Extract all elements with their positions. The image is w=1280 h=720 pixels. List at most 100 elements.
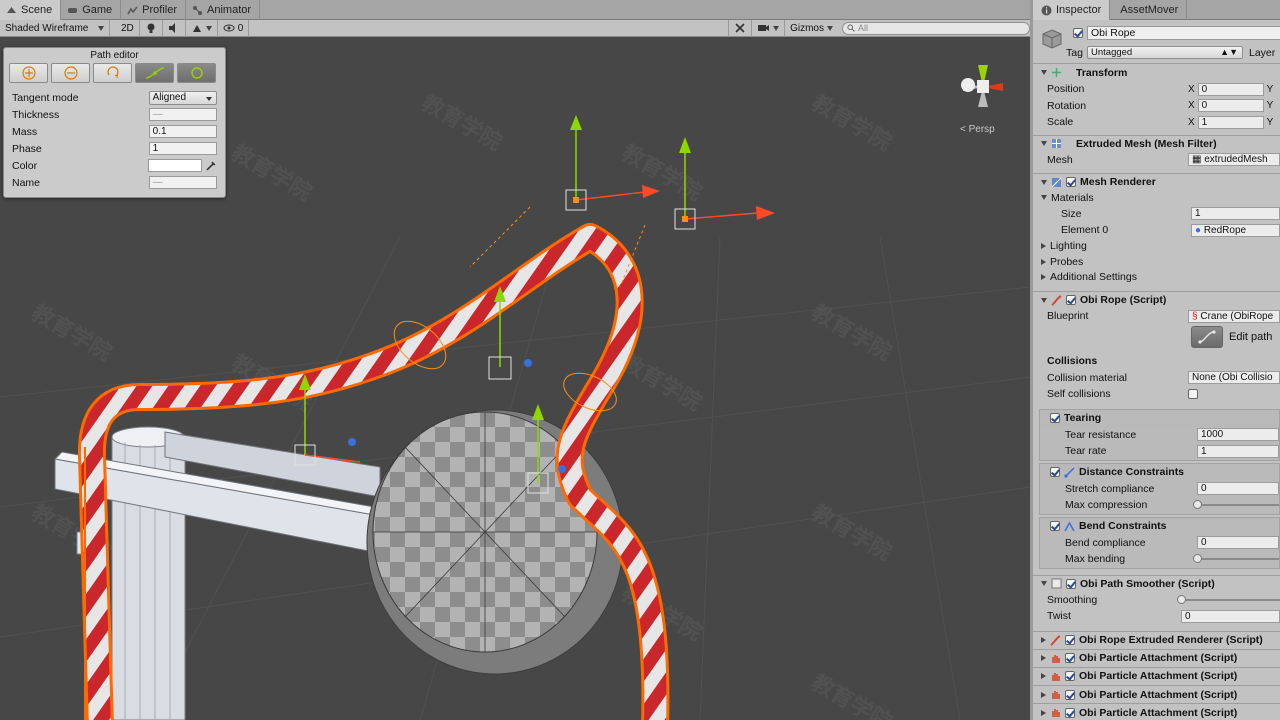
mode-2d-button[interactable]: 2D: [116, 19, 140, 37]
gameobject-name-input[interactable]: Obi Rope: [1087, 26, 1280, 40]
twist-field[interactable]: 0: [1181, 609, 1280, 623]
camera-dropdown[interactable]: [752, 19, 786, 37]
bend-icon: [1064, 520, 1075, 531]
orientation-gizmo[interactable]: [961, 65, 1003, 107]
foldout-collapsed-icon: [1041, 637, 1046, 644]
position-x-field[interactable]: 0: [1197, 82, 1264, 96]
tearing-header[interactable]: Tearing: [1040, 409, 1279, 427]
component-header[interactable]: Obi Particle Attachment (Script): [1033, 666, 1280, 685]
tangent-mode-button[interactable]: [135, 63, 174, 83]
max-compression-slider[interactable]: [1193, 499, 1279, 511]
materials-foldout[interactable]: Materials: [1033, 190, 1280, 206]
foldout-icon: [1041, 195, 1047, 201]
thickness-field[interactable]: —: [148, 108, 217, 121]
gizmos-dropdown[interactable]: Gizmos: [785, 20, 838, 37]
tab-scene[interactable]: Scene: [0, 0, 62, 20]
remove-point-button[interactable]: [51, 63, 90, 83]
add-point-button[interactable]: [9, 63, 48, 83]
hidden-count-toggle[interactable]: 0: [218, 19, 250, 37]
twist-row: Twist 0: [1033, 608, 1280, 625]
bend-constraints-header[interactable]: Bend Constraints: [1040, 517, 1279, 535]
scene-search-input[interactable]: All: [842, 21, 1030, 35]
scale-x-field[interactable]: 1: [1197, 115, 1264, 129]
tab-assetmover[interactable]: AssetMover: [1110, 0, 1188, 20]
position-row: Position X 0 Y: [1033, 81, 1280, 98]
self-collisions-checkbox[interactable]: [1188, 389, 1198, 400]
orient-button[interactable]: [93, 63, 132, 83]
component-header[interactable]: Obi Particle Attachment (Script): [1033, 648, 1280, 667]
phase-field[interactable]: 1: [148, 142, 217, 155]
slider-knob[interactable]: [1193, 500, 1202, 510]
max-bending-slider[interactable]: [1193, 553, 1279, 565]
scene-tab-bar: Scene Game Profiler Animator: [0, 0, 1030, 20]
scene-icon: [7, 6, 16, 13]
tab-game[interactable]: Game: [61, 0, 122, 20]
mass-field[interactable]: 0.1: [148, 125, 217, 138]
path-smoother-header[interactable]: Obi Path Smoother (Script): [1033, 574, 1280, 592]
collision-material-row: Collision material None (Obi Collisio: [1033, 370, 1280, 387]
gameobject-active-checkbox[interactable]: [1073, 28, 1083, 39]
eyedropper-icon[interactable]: [205, 160, 217, 172]
rotation-x-field[interactable]: 0: [1197, 99, 1264, 113]
distance-constraints-header[interactable]: Distance Constraints: [1040, 463, 1279, 481]
component-header[interactable]: Obi Rope Extruded Renderer (Script): [1033, 630, 1280, 649]
collision-material-field[interactable]: None (Obi Collisio: [1188, 371, 1280, 385]
tab-profiler[interactable]: Profiler: [121, 0, 187, 20]
mesh-filter-title: Extruded Mesh (Mesh Filter): [1076, 137, 1217, 150]
slider-knob[interactable]: [1193, 554, 1202, 564]
mesh-filter-header[interactable]: Extruded Mesh (Mesh Filter): [1033, 134, 1280, 152]
component-header[interactable]: Obi Particle Attachment (Script): [1033, 685, 1280, 703]
max-compression-row: Max compression: [1040, 497, 1279, 514]
transform-header[interactable]: Transform: [1033, 64, 1280, 81]
size-field[interactable]: 1: [1191, 207, 1280, 221]
edit-path-row: Edit path: [1033, 325, 1280, 349]
stretch-compliance-field[interactable]: 0: [1197, 482, 1279, 496]
lighting-toggle[interactable]: [140, 19, 163, 37]
blueprint-field[interactable]: § Crane (ObiRope: [1188, 309, 1280, 323]
name-field[interactable]: —: [148, 176, 217, 189]
bend-compliance-field[interactable]: 0: [1197, 536, 1279, 550]
path-smoother-enabled-checkbox[interactable]: [1066, 578, 1076, 589]
effects-dropdown[interactable]: [186, 19, 218, 37]
color-swatch[interactable]: [147, 159, 203, 172]
edit-path-button[interactable]: [1191, 325, 1223, 348]
profiler-icon: [127, 6, 138, 14]
tear-resistance-field[interactable]: 1000: [1197, 428, 1279, 442]
size-label: Size: [1061, 207, 1082, 220]
tangent-mode-dropdown[interactable]: Aligned: [148, 90, 217, 105]
component-header[interactable]: Obi Particle Attachment (Script): [1033, 703, 1280, 720]
persp-label[interactable]: < Persp: [960, 124, 995, 135]
lighting-foldout[interactable]: Lighting: [1033, 239, 1280, 255]
obi-rope-enabled-checkbox[interactable]: [1066, 295, 1076, 305]
component-enabled-checkbox[interactable]: [1065, 707, 1075, 718]
component-enabled-checkbox[interactable]: [1065, 689, 1075, 700]
smoothing-slider[interactable]: [1177, 594, 1280, 606]
element0-field[interactable]: ● RedRope: [1191, 223, 1280, 237]
draw-mode-dropdown[interactable]: Shaded Wireframe: [0, 19, 110, 37]
tear-rate-field[interactable]: 1: [1197, 444, 1279, 458]
tag-dropdown[interactable]: Untagged ▲▼: [1087, 46, 1243, 59]
tab-inspector-label: Inspector: [1056, 4, 1102, 16]
tearing-checkbox[interactable]: [1050, 413, 1060, 423]
tear-rate-row: Tear rate 1: [1040, 443, 1279, 460]
slider-knob[interactable]: [1177, 594, 1186, 604]
tab-inspector[interactable]: Inspector: [1033, 0, 1111, 20]
component-enabled-checkbox[interactable]: [1065, 653, 1075, 664]
additional-settings-foldout[interactable]: Additional Settings: [1033, 270, 1280, 286]
tools-button[interactable]: [728, 19, 753, 37]
obi-rope-header[interactable]: Obi Rope (Script): [1033, 291, 1280, 308]
probes-foldout[interactable]: Probes: [1033, 254, 1280, 270]
distance-constraints-section: Distance Constraints Stretch compliance …: [1039, 462, 1280, 515]
component-enabled-checkbox[interactable]: [1065, 671, 1075, 682]
component-title: Obi Particle Attachment (Script): [1079, 688, 1238, 701]
bend-constraints-checkbox[interactable]: [1050, 521, 1060, 531]
tab-animator[interactable]: Animator: [186, 0, 261, 20]
mesh-renderer-enabled-checkbox[interactable]: [1066, 177, 1076, 187]
mesh-field[interactable]: ▦ extrudedMesh: [1188, 153, 1280, 167]
component-enabled-checkbox[interactable]: [1065, 635, 1075, 646]
close-loop-button[interactable]: [177, 63, 216, 83]
mesh-renderer-header[interactable]: Mesh Renderer: [1033, 173, 1280, 190]
audio-toggle[interactable]: [163, 19, 186, 37]
distance-constraints-checkbox[interactable]: [1050, 467, 1060, 477]
hand-icon: [1052, 691, 1060, 700]
